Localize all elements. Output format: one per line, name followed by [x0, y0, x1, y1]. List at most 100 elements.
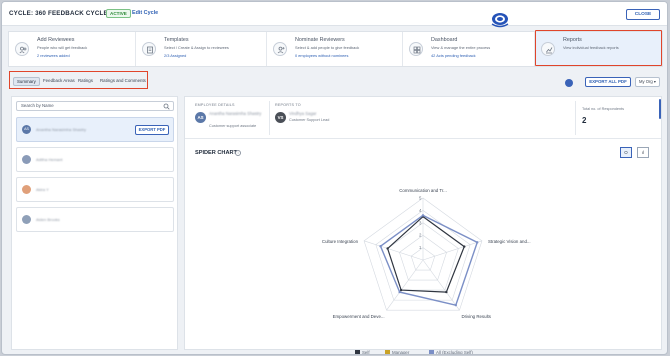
avatar: [22, 185, 31, 194]
step-subtitle: Select / Create & Assign to reviewees: [164, 45, 229, 50]
employee-name: Aiden Brooks: [36, 217, 60, 222]
employee-name: Anantha Narasimha Shastry: [36, 127, 87, 132]
employee-name: Akira Y: [36, 187, 49, 192]
employee-item[interactable]: AS Anantha Narasimha Shastry EXPORT PDF: [16, 117, 174, 142]
avatar: VS: [275, 112, 286, 123]
cycle-header: CYCLE: 360 FEEDBACK CYCLE 2025 ACTIVE Ed…: [2, 2, 667, 28]
axis-label: Strategic Vision and...: [488, 239, 531, 244]
data-point: [454, 303, 457, 307]
step-status-link[interactable]: 42 Acts pending feedback: [431, 53, 476, 58]
legend-label: Self: [362, 350, 370, 355]
step-templates[interactable]: Templates Select / Create & Assign to re…: [136, 32, 267, 66]
avatar: AS: [195, 112, 206, 123]
employee-item[interactable]: Aditha Hemant: [16, 147, 174, 172]
divider: [185, 138, 661, 139]
search-input[interactable]: Search by Name: [16, 101, 174, 111]
step-status-link[interactable]: 0 employees without nominees: [295, 53, 348, 58]
legend-label: All (Excluding Self): [436, 350, 473, 355]
employee-item[interactable]: Akira Y: [16, 177, 174, 202]
step-add-reviewees[interactable]: Add Reviewees People who will get feedba…: [9, 32, 136, 66]
data-point: [463, 245, 466, 248]
employee-list-panel: Search by Name AS Anantha Narasimha Shas…: [11, 96, 178, 350]
avatar: [22, 215, 31, 224]
divider: [575, 101, 576, 135]
scrollbar[interactable]: [659, 99, 661, 119]
radar-view-button[interactable]: O: [620, 147, 632, 158]
data-point: [386, 247, 389, 250]
step-subtitle: Select & add people to give feedback: [295, 45, 360, 50]
employee-role: Customer support associate: [209, 124, 257, 128]
step-subtitle: People who will get feedback: [37, 45, 88, 50]
step-title: Templates: [164, 37, 189, 43]
brand-logo-icon: [491, 13, 509, 28]
tick-label: 5: [419, 196, 422, 201]
divider: [269, 101, 270, 135]
template-icon: [142, 42, 156, 56]
app-window: CYCLE: 360 FEEDBACK CYCLE 2025 ACTIVE Ed…: [1, 1, 668, 355]
data-point: [379, 245, 382, 248]
avatar: [22, 155, 31, 164]
reports-highlight-box: [535, 30, 662, 66]
export-all-pdf-button[interactable]: EXPORT ALL PDF: [585, 77, 631, 87]
manager-name: Vindhya Sagar: [289, 111, 317, 116]
legend-swatch: [385, 350, 390, 354]
legend-swatch: [355, 350, 360, 354]
step-nominate-reviewers[interactable]: Nominate Reviewers Select & add people t…: [267, 32, 403, 66]
chart-title: SPIDER CHART: [195, 150, 237, 156]
print-icon[interactable]: [565, 79, 573, 87]
step-status-link[interactable]: 2/3 Assigned: [164, 53, 186, 58]
legend-swatch: [429, 350, 434, 354]
tick-label: 4: [419, 208, 422, 213]
grid-spoke: [422, 240, 483, 261]
legend-item-manager[interactable]: Manager: [385, 350, 410, 355]
export-pdf-button[interactable]: EXPORT PDF: [135, 125, 169, 135]
step-status-link[interactable]: 2 reviewees added: [37, 53, 70, 58]
legend-item-self[interactable]: Self: [355, 350, 370, 355]
step-subtitle: View & manage the entire process: [431, 45, 491, 50]
search-icon: [163, 103, 170, 110]
scope-select[interactable]: My Org ▾: [635, 77, 660, 87]
reports-to-label: REPORTS TO: [275, 103, 301, 107]
legend-label: Manager: [392, 350, 410, 355]
info-icon[interactable]: i: [235, 150, 241, 156]
total-respondents-value: 2: [582, 116, 587, 125]
tabs-highlight-box: [9, 71, 148, 89]
data-point: [398, 290, 401, 294]
axis-label: Communication and Tr...: [399, 188, 447, 193]
users-icon: [15, 42, 29, 56]
axis-label: Driving Results: [461, 314, 491, 319]
tick-label: 2: [419, 233, 422, 238]
step-title: Dashboard: [431, 37, 458, 43]
step-title: Add Reviewees: [37, 37, 75, 43]
step-title: Nominate Reviewers: [295, 37, 345, 43]
employee-details-label: EMPLOYEE DETAILS: [195, 103, 235, 107]
tick-label: 1: [419, 245, 422, 250]
status-badge: ACTIVE: [106, 9, 131, 18]
axis-label: Empowerment and Deve...: [333, 314, 385, 319]
data-point: [399, 288, 403, 292]
employee-item[interactable]: Aiden Brooks: [16, 207, 174, 232]
scope-select-value: My Org: [639, 79, 653, 84]
data-point: [421, 214, 425, 217]
step-dashboard[interactable]: Dashboard View & manage the entire proce…: [403, 32, 535, 66]
tick-label: 3: [419, 220, 422, 225]
edit-cycle-link[interactable]: Edit Cycle: [132, 10, 158, 16]
grid-spoke: [422, 259, 460, 311]
total-respondents-label: Total no. of Respondents: [582, 107, 625, 111]
dashboard-icon: [409, 42, 423, 56]
employee-name: Aditha Hemant: [36, 157, 63, 162]
close-button[interactable]: CLOSE: [626, 9, 660, 20]
avatar: AS: [22, 125, 31, 134]
manager-role: Customer Support Lead: [289, 118, 330, 122]
report-panel: EMPLOYEE DETAILS AS Anantha Narasimha Sh…: [184, 96, 662, 354]
spider-chart: 1 2 3 4 5 Communication and Tr... Strategic Vi…: [322, 188, 531, 319]
search-placeholder: Search by Name: [21, 103, 54, 108]
data-point: [445, 290, 448, 294]
employee-name: Anantha Narasimha Shastry: [209, 111, 262, 116]
axis-label: Culture Integration: [322, 239, 359, 244]
nominate-icon: [273, 42, 287, 56]
legend-item-all-excluding-self[interactable]: All (Excluding Self): [429, 350, 473, 355]
data-point: [476, 241, 479, 244]
grid-spoke: [386, 259, 424, 311]
bar-view-button[interactable]: ıl: [637, 147, 649, 158]
